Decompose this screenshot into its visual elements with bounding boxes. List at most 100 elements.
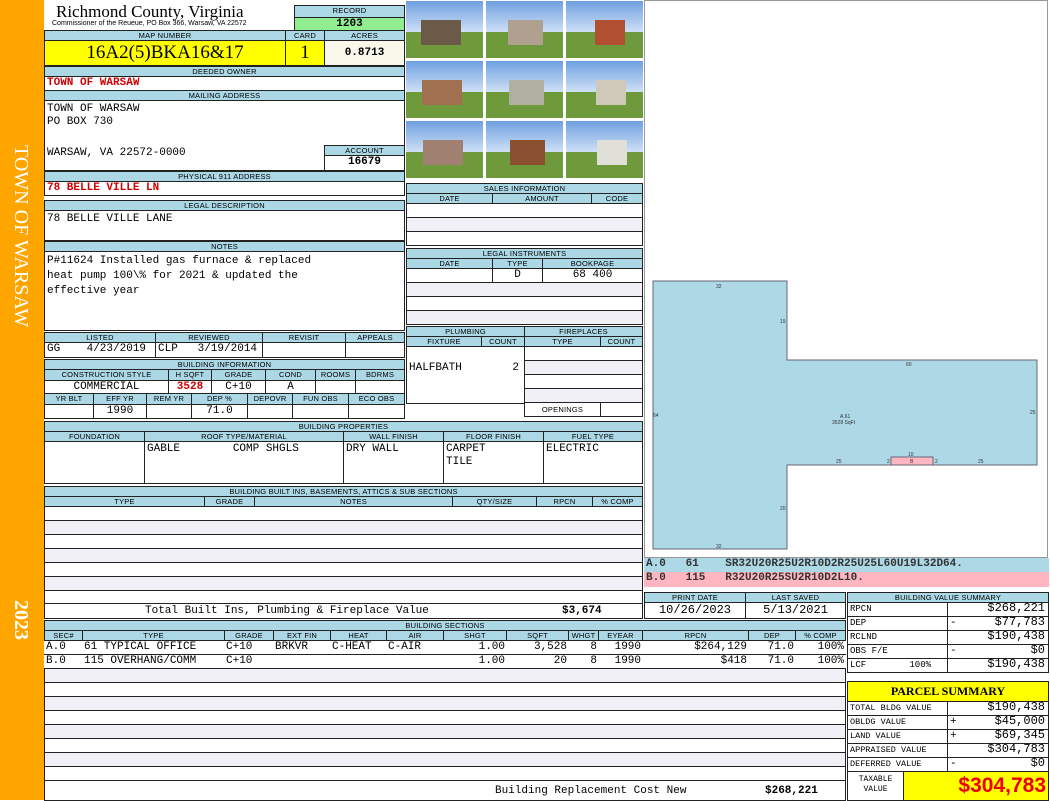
property-photo[interactable] bbox=[405, 120, 484, 179]
property-photo[interactable] bbox=[565, 120, 644, 179]
instruments-value bbox=[406, 268, 493, 283]
section-cell bbox=[386, 654, 444, 669]
notes-body: P#11624 Installed gas furnace & replaced… bbox=[44, 251, 405, 331]
section-cell: 8 bbox=[568, 654, 599, 669]
review-value bbox=[345, 342, 405, 358]
section-empty-row bbox=[44, 696, 846, 711]
value-summary-label: RCLND bbox=[847, 630, 948, 645]
parcel-summary-value: $304,783 bbox=[987, 743, 1045, 756]
building-info-value: COMMERCIAL bbox=[44, 380, 169, 394]
sketch-label: 32 bbox=[716, 544, 722, 550]
section-empty-row bbox=[44, 752, 846, 767]
section-cell: C+10 bbox=[224, 640, 274, 655]
fireplaces-row bbox=[524, 374, 643, 389]
building-info-value bbox=[348, 404, 405, 419]
record-value: 1203 bbox=[294, 17, 405, 31]
side-strip: TOWN OF WARSAW 2023 bbox=[0, 0, 44, 800]
sketch-label: 2 bbox=[887, 459, 890, 465]
parcel-summary-label: APPRAISED VALUE bbox=[847, 743, 948, 758]
side-year: 2023 bbox=[10, 600, 32, 640]
section-empty-row bbox=[44, 668, 846, 683]
sketch-label: 25 bbox=[978, 459, 984, 465]
replacement-cost-label: Building Replacement Cost New bbox=[495, 785, 687, 797]
built-ins-row bbox=[44, 548, 643, 563]
openings-value bbox=[600, 402, 643, 417]
parcel-summary-label: DEFERRED VALUE bbox=[847, 757, 948, 772]
section-cell: C+10 bbox=[224, 654, 274, 669]
section-cell: 1990 bbox=[598, 640, 643, 655]
section-cell bbox=[273, 654, 331, 669]
side-owner: TOWN OF WARSAW bbox=[10, 145, 32, 328]
property-photo[interactable] bbox=[485, 60, 564, 119]
dates-value: 10/26/2023 bbox=[644, 602, 746, 619]
building-info-value: 3528 bbox=[168, 380, 212, 394]
sketch-line-a: A.0 61 SR32U20R25U2R10D2R25U25L60U19L32D… bbox=[644, 558, 1049, 573]
section-cell: C-HEAT bbox=[330, 640, 387, 655]
section-empty-row bbox=[44, 738, 846, 753]
sales-row bbox=[406, 217, 643, 232]
physical-address-value: 78 BELLE VILLE LN bbox=[44, 181, 405, 196]
parcel-summary-value: $190,438 bbox=[987, 701, 1045, 714]
section-cell: 20 bbox=[506, 654, 569, 669]
property-photo[interactable] bbox=[565, 0, 644, 59]
built-ins-row bbox=[44, 520, 643, 535]
section-cell: 71.0 bbox=[748, 640, 796, 655]
dates-value: 5/13/2021 bbox=[745, 602, 846, 619]
building-info-value bbox=[292, 404, 349, 419]
building-properties-value: GABLE COMP SHGLS bbox=[144, 441, 344, 484]
section-cell: 61 TYPICAL OFFICE bbox=[82, 640, 225, 655]
sketch-area: 32 19 60 64 25 A.61 3528 SqFt 25 25 10 2… bbox=[644, 0, 1048, 558]
sales-row bbox=[406, 203, 643, 218]
section-cell: B.0 bbox=[44, 654, 83, 669]
legal-description-value: 78 BELLE VILLE LANE bbox=[44, 210, 405, 241]
section-cell: 1.00 bbox=[443, 640, 507, 655]
section-cell: BRKVR bbox=[273, 640, 331, 655]
sketch-label: 25 bbox=[836, 459, 842, 465]
built-ins-row bbox=[44, 506, 643, 521]
plumbing-count: 2 bbox=[512, 362, 519, 374]
fireplaces-row bbox=[524, 388, 643, 403]
account-value: 16679 bbox=[324, 155, 405, 171]
notes-line: heat pump 100\% for 2021 & updated the bbox=[47, 270, 298, 282]
county-title: Richmond County, Virginia bbox=[56, 2, 244, 21]
parcel-summary-label: OBLDG VALUE bbox=[847, 715, 948, 730]
sketch-label: 25 bbox=[1030, 410, 1036, 416]
section-cell: 8 bbox=[568, 640, 599, 655]
building-info-value: 1990 bbox=[93, 404, 147, 419]
built-ins-row bbox=[44, 576, 643, 591]
section-cell: C-AIR bbox=[386, 640, 444, 655]
building-info-value: C+10 bbox=[211, 380, 266, 394]
building-info-value bbox=[146, 404, 192, 419]
property-photo[interactable] bbox=[405, 0, 484, 59]
value-summary-label: OBS F/E bbox=[847, 644, 948, 659]
building-info-value bbox=[247, 404, 293, 419]
built-ins-total-value: $3,674 bbox=[562, 605, 602, 617]
taxable-value: $304,783 bbox=[903, 771, 1049, 801]
section-cell: 3,528 bbox=[506, 640, 569, 655]
value-summary-label: LCF 100% bbox=[847, 658, 948, 673]
section-cell: 100% bbox=[795, 640, 846, 655]
section-cell: $418 bbox=[642, 654, 749, 669]
review-value: GG 4/23/2019 bbox=[44, 342, 156, 358]
building-info-value bbox=[315, 380, 356, 394]
property-photo[interactable] bbox=[405, 60, 484, 119]
sketch-label: 2 bbox=[935, 459, 938, 465]
review-value: CLP 3/19/2014 bbox=[155, 342, 263, 358]
building-info-value bbox=[355, 380, 405, 394]
property-photo[interactable] bbox=[485, 120, 564, 179]
property-photo[interactable] bbox=[485, 0, 564, 59]
fireplaces-row bbox=[524, 346, 643, 361]
building-info-value: 71.0 bbox=[191, 404, 248, 419]
section-empty-row bbox=[44, 724, 846, 739]
sketch-label: 20 bbox=[780, 506, 786, 512]
instruments-row bbox=[406, 310, 643, 325]
section-empty-row bbox=[44, 710, 846, 725]
property-photo[interactable] bbox=[565, 60, 644, 119]
section-cell: 71.0 bbox=[748, 654, 796, 669]
section-empty-row bbox=[44, 766, 846, 781]
fireplaces-row bbox=[524, 360, 643, 375]
sketch-line-b: B.0 115 R32U20R25SU2R10D2L10. bbox=[644, 572, 1049, 587]
value-summary-value: $0 bbox=[1030, 644, 1045, 657]
replacement-cost-row: Building Replacement Cost New $268,221 bbox=[44, 780, 846, 801]
building-info-value: A bbox=[265, 380, 316, 394]
